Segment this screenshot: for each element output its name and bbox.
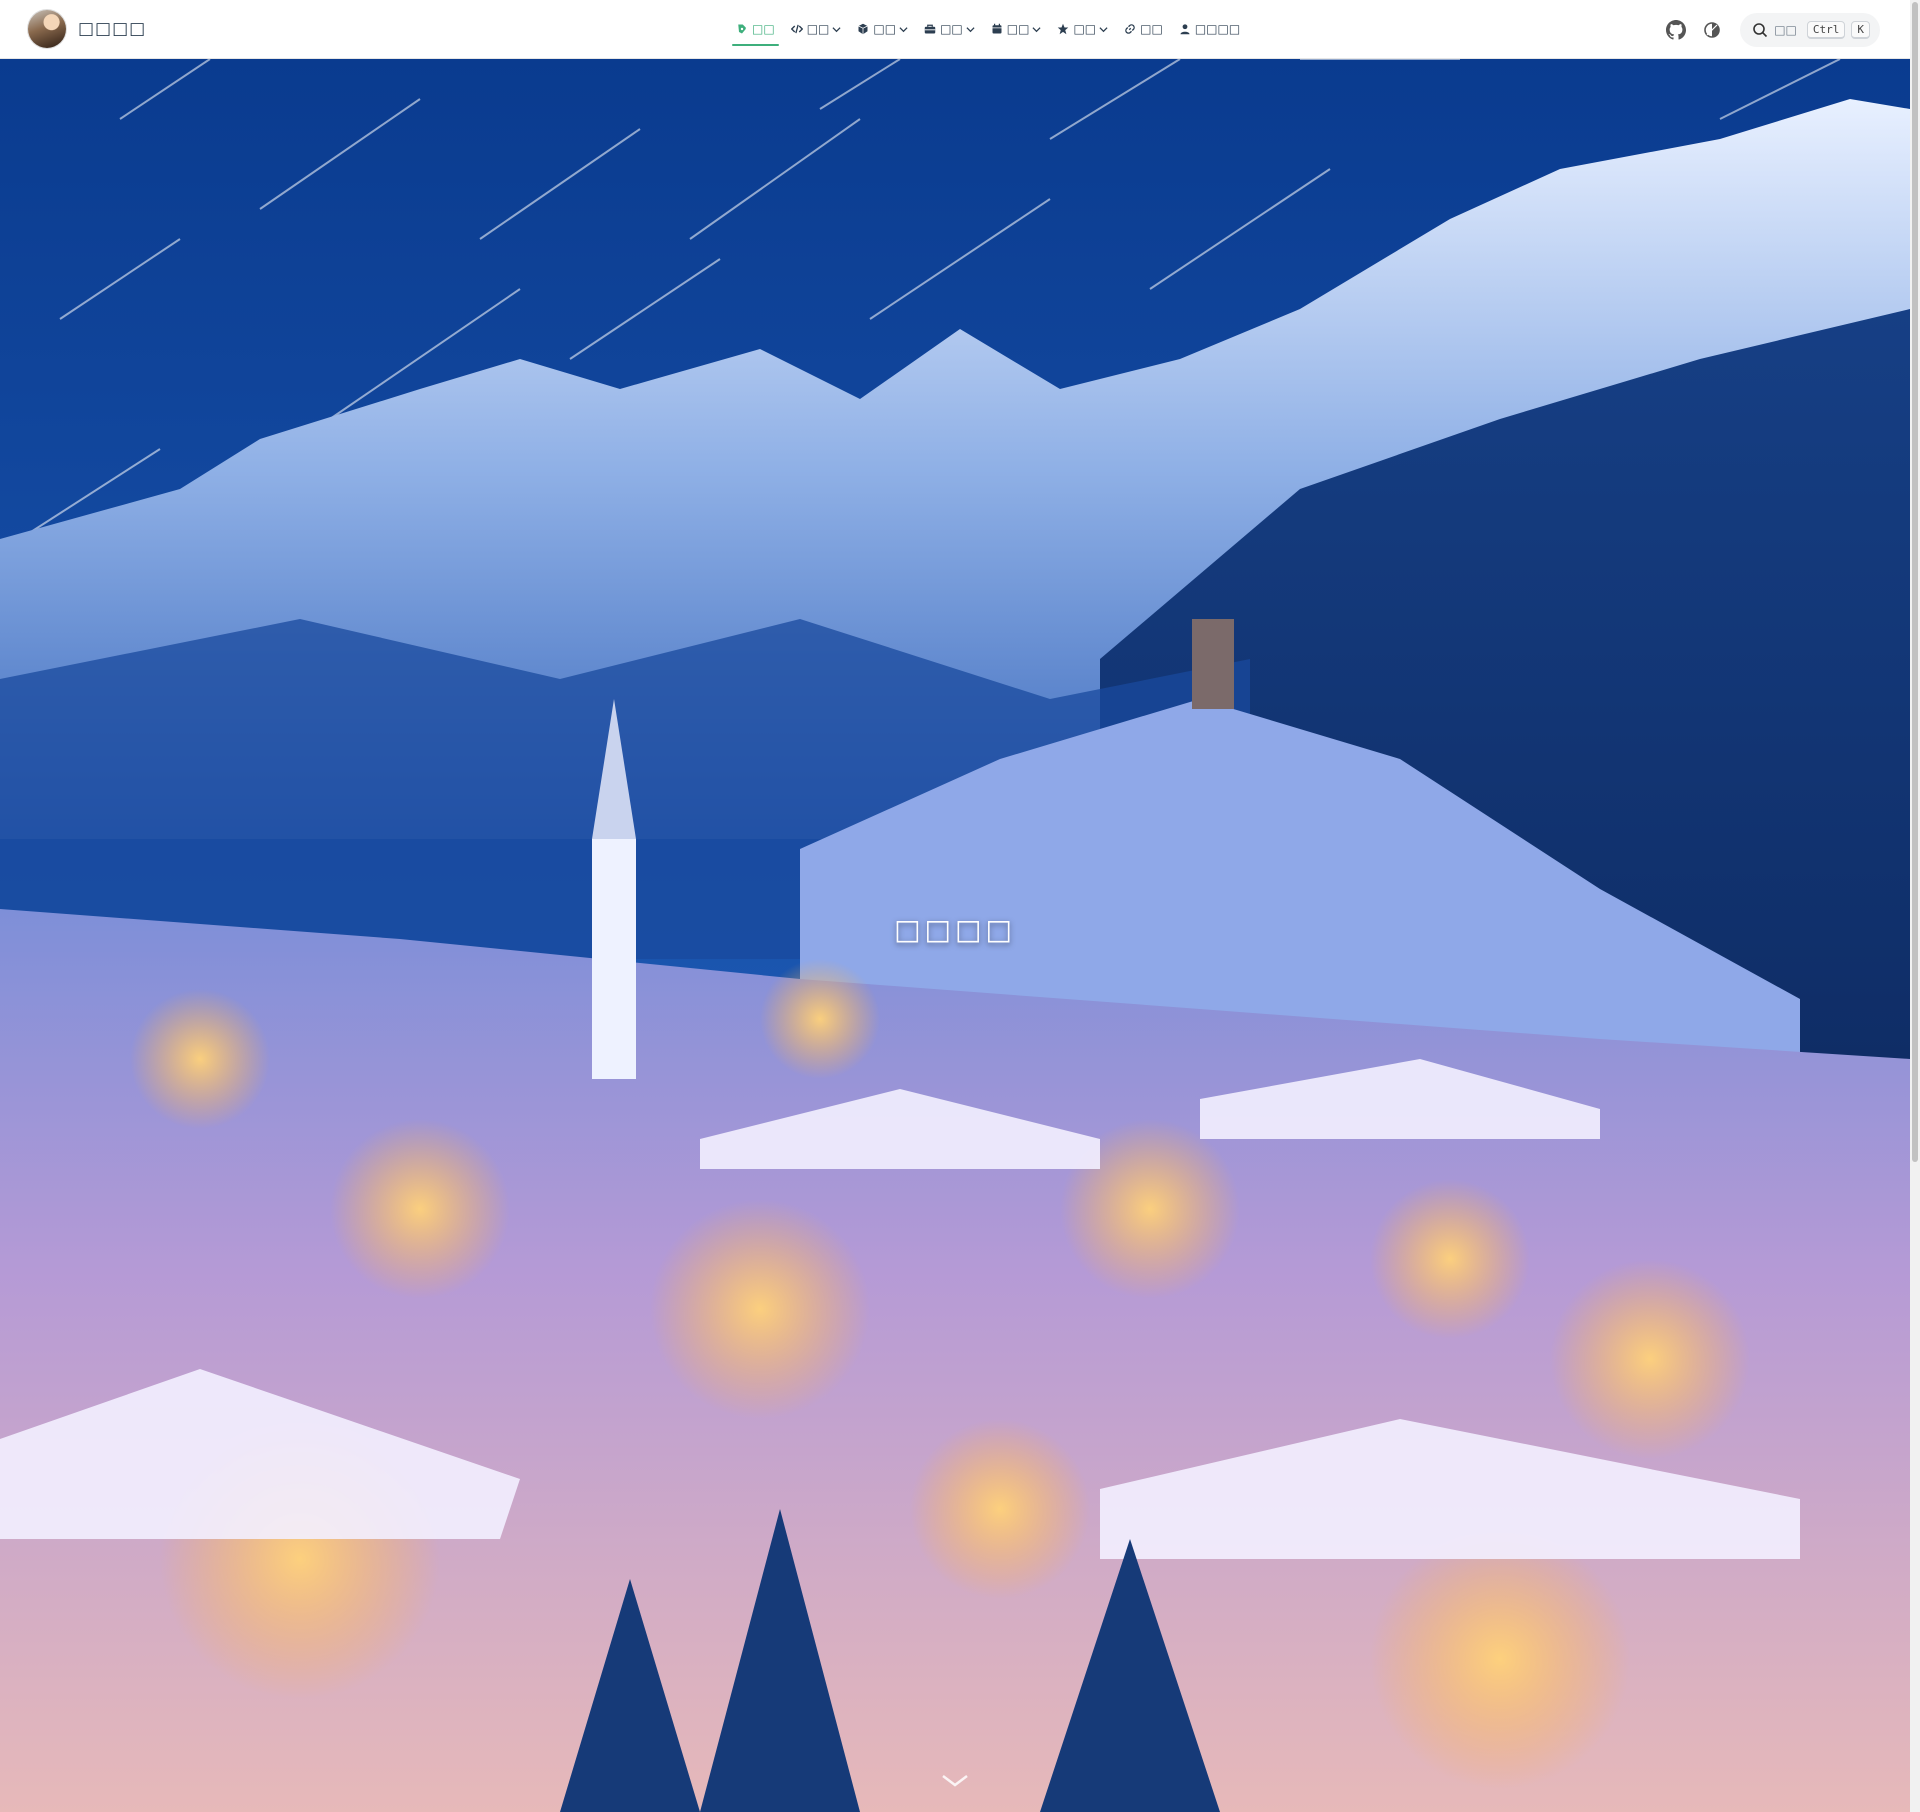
hero-banner: □□□□ <box>0 59 1910 1812</box>
chevron-down-icon <box>1099 26 1108 32</box>
nav-label-blog: □□ <box>752 22 775 36</box>
nav-item-calendar[interactable]: □□ <box>983 14 1050 44</box>
code-icon <box>790 24 803 34</box>
github-link[interactable] <box>1658 12 1694 48</box>
hero-title: □□□□ <box>894 913 1016 946</box>
nav-item-cube[interactable]: □□ <box>849 14 916 44</box>
chevron-down-icon <box>966 26 975 32</box>
link-icon <box>1125 24 1135 34</box>
toolbox-icon <box>924 24 936 34</box>
chevron-down-icon <box>1032 26 1041 32</box>
navbar-actions: □□ Ctrl K <box>1658 12 1880 48</box>
nav-item-blog[interactable]: □□ <box>728 14 783 46</box>
site-title[interactable]: □□□□ <box>78 19 146 39</box>
site-avatar[interactable] <box>28 10 66 48</box>
cube-icon <box>858 23 869 35</box>
chevron-down-icon <box>899 26 908 32</box>
nav-label-toolbox: □□ <box>940 22 963 36</box>
nav-label-link: □□ <box>1140 22 1163 36</box>
nav-item-toolbox[interactable]: □□ <box>916 14 983 44</box>
blog-icon <box>738 24 746 34</box>
user-icon <box>1180 24 1190 35</box>
search-box[interactable]: □□ Ctrl K <box>1740 13 1880 47</box>
shortcut-key-k: K <box>1851 21 1870 39</box>
page-scrollbar[interactable] <box>1910 0 1920 1812</box>
nav-label-calendar: □□ <box>1006 22 1030 36</box>
nav-item-link[interactable]: □□ <box>1116 14 1171 44</box>
site-brand[interactable]: □□□□ <box>28 10 146 48</box>
search-icon <box>1753 23 1768 38</box>
nav-label-cube: □□ <box>873 22 897 36</box>
github-icon <box>1666 20 1687 40</box>
scroll-down-icon[interactable] <box>940 1771 970 1791</box>
theme-toggle[interactable] <box>1694 12 1730 48</box>
chevron-down-icon <box>832 26 841 32</box>
calendar-icon <box>992 23 1002 34</box>
search-placeholder: □□ <box>1774 23 1797 37</box>
nav-item-about[interactable]: □□□□ <box>1171 14 1248 44</box>
nav-label-code: □□ <box>806 22 830 36</box>
top-navbar: □□□□ □□ □□ □□ □□ □□ □□ □□ □□□□ □□ Ctrl K <box>0 0 1910 59</box>
shortcut-key-ctrl: Ctrl <box>1806 21 1846 39</box>
star-icon <box>1058 23 1069 35</box>
scrollbar-thumb[interactable] <box>1912 2 1918 1162</box>
nav-label-about: □□□□ <box>1194 22 1241 36</box>
theme-icon <box>1704 22 1720 38</box>
main-nav: □□ □□ □□ □□ □□ □□ □□ □□□□ <box>728 14 1248 46</box>
nav-item-code[interactable]: □□ <box>783 14 850 44</box>
nav-label-star: □□ <box>1073 22 1097 36</box>
nav-item-star[interactable]: □□ <box>1049 14 1116 44</box>
